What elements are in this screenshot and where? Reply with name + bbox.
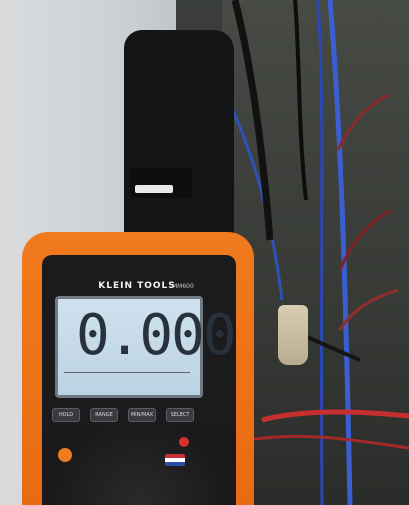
minmax-button[interactable]: MIN/MAX bbox=[128, 408, 156, 422]
red-wire bbox=[247, 434, 409, 450]
hold-button[interactable]: HOLD bbox=[52, 408, 80, 422]
select-label: SELECT bbox=[170, 412, 190, 418]
rotary-dial[interactable] bbox=[42, 430, 236, 505]
minmax-label: MIN/MAX bbox=[130, 412, 154, 418]
black-wire bbox=[293, 0, 308, 201]
range-button[interactable]: RANGE bbox=[90, 408, 118, 422]
display-reading: 0.000 bbox=[76, 303, 237, 368]
display-bargraph bbox=[64, 372, 190, 385]
flag-icon bbox=[165, 454, 185, 466]
red-wire bbox=[338, 208, 393, 271]
meter-holster bbox=[124, 30, 234, 260]
holster-strap bbox=[130, 168, 192, 198]
photo-scene: KLEIN TOOLS MM600 0.000 HOLD RANGE MIN/M… bbox=[0, 0, 409, 505]
select-button[interactable]: SELECT bbox=[166, 408, 194, 422]
hold-label: HOLD bbox=[58, 412, 74, 418]
red-wire bbox=[261, 409, 409, 423]
blue-wire bbox=[316, 0, 324, 505]
black-wire bbox=[231, 0, 274, 241]
red-wire bbox=[336, 93, 389, 151]
strap-slot bbox=[135, 185, 173, 193]
multimeter-model: MM600 bbox=[172, 283, 194, 290]
range-label: RANGE bbox=[95, 412, 113, 418]
red-setting-icon bbox=[179, 437, 189, 447]
wire-connector bbox=[278, 305, 308, 365]
red-wire bbox=[338, 288, 399, 331]
dial-indicator-icon bbox=[58, 448, 72, 462]
